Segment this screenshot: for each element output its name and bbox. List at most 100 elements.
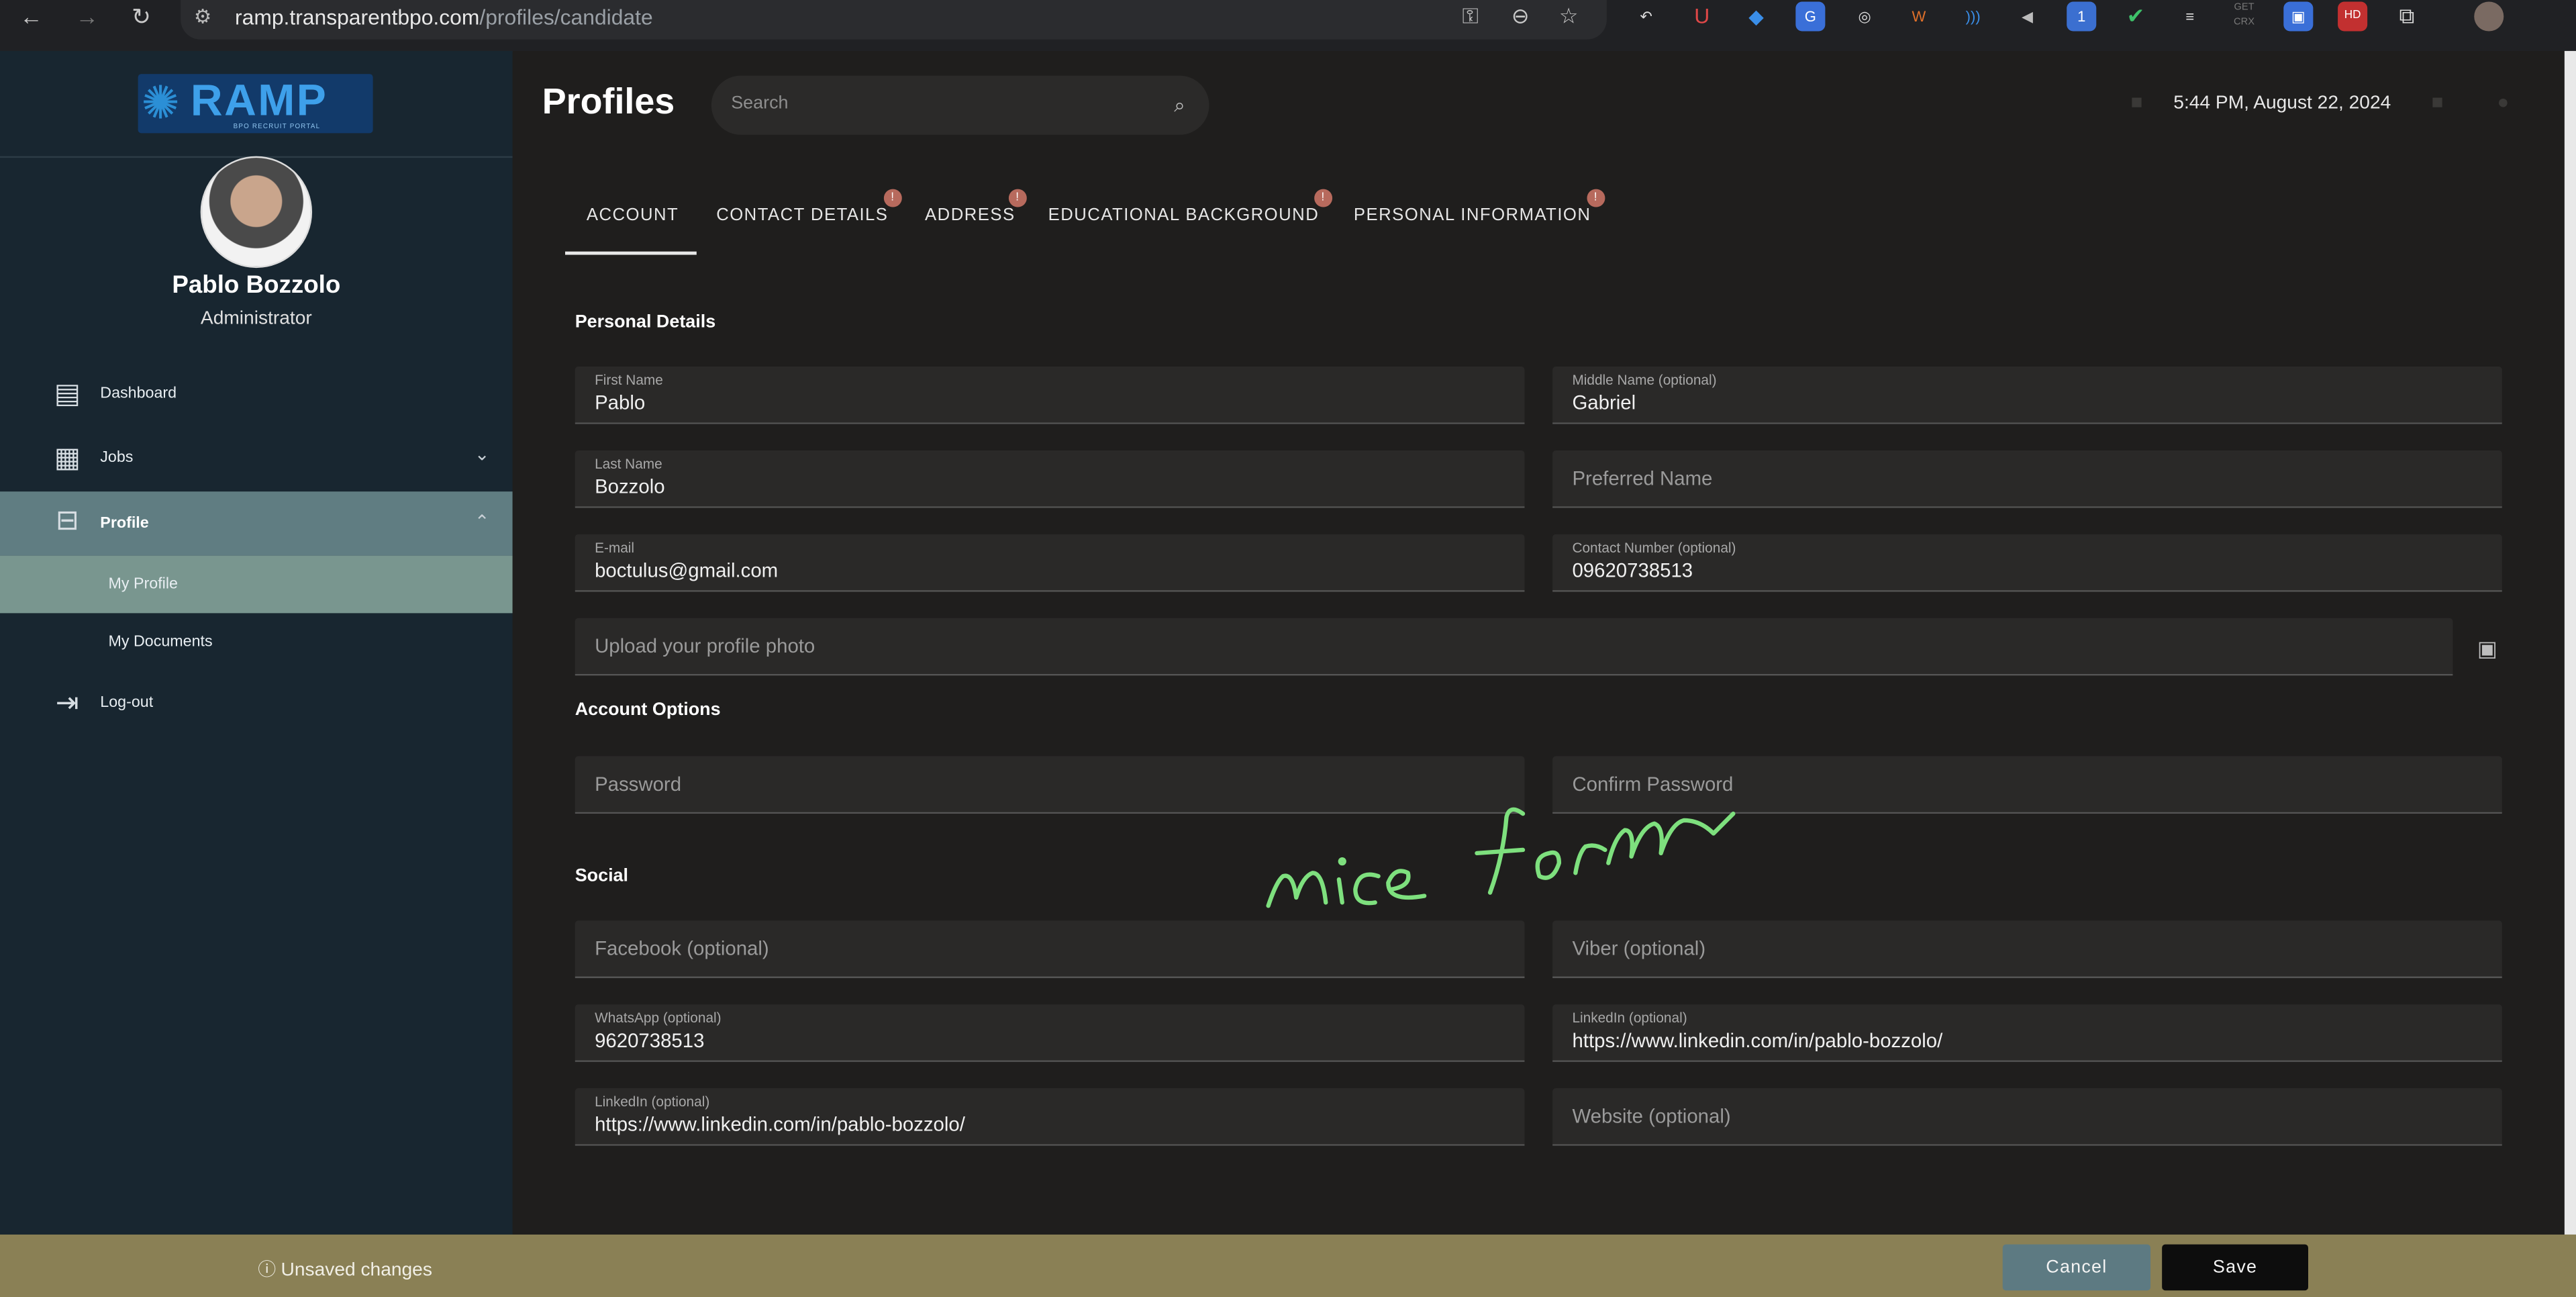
sidebar-item-profile[interactable]: ⊟ Profile ⌃ bbox=[0, 491, 513, 556]
extension-glasses-icon[interactable]: ◎ bbox=[1850, 1, 1879, 31]
search-icon[interactable]: ⌕ bbox=[1160, 85, 1199, 125]
back-arrow-icon[interactable]: ← bbox=[13, 0, 50, 33]
section-title-personal-details: Personal Details bbox=[575, 312, 716, 332]
middle-name-field[interactable]: Middle Name (optional) Gabriel bbox=[1552, 367, 2502, 424]
address-bar[interactable]: ⚙ ramp.transparentbpo.com/profiles/candi… bbox=[181, 0, 1607, 40]
section-title-account-options: Account Options bbox=[575, 700, 721, 720]
extension-shield-icon[interactable]: ✔ bbox=[2121, 1, 2150, 31]
linkedin-field-right[interactable]: LinkedIn (optional) https://www.linkedin… bbox=[1552, 1004, 2502, 1062]
sidebar-item-dashboard[interactable]: ▤ Dashboard bbox=[0, 365, 513, 424]
reload-icon[interactable]: ↻ bbox=[123, 0, 160, 33]
sidebar: ✺ RAMP BPO RECRUIT PORTAL Pablo Bozzolo … bbox=[0, 50, 513, 1235]
avatar bbox=[200, 156, 313, 269]
logo-tagline: BPO RECRUIT PORTAL bbox=[233, 122, 321, 130]
extensions-puzzle-icon[interactable]: ⧉ bbox=[2392, 1, 2422, 31]
ramp-logo[interactable]: ✺ RAMP BPO RECRUIT PORTAL bbox=[138, 74, 373, 134]
search-input[interactable]: Search ⌕ bbox=[711, 75, 1209, 135]
sidebar-item-label: My Documents bbox=[108, 632, 213, 651]
website-field[interactable]: Website (optional) bbox=[1552, 1088, 2502, 1146]
profile-photo-upload-field[interactable]: Upload your profile photo bbox=[575, 618, 2453, 676]
sidebar-item-label: Jobs bbox=[100, 448, 134, 467]
sidebar-item-logout[interactable]: ⇥ Log-out bbox=[0, 674, 513, 733]
contact-number-field[interactable]: Contact Number (optional) 09620738513 bbox=[1552, 534, 2502, 592]
save-button[interactable]: Save bbox=[2162, 1244, 2309, 1291]
whatsapp-field[interactable]: WhatsApp (optional) 9620738513 bbox=[575, 1004, 1525, 1062]
chevron-down-icon: ⌄ bbox=[474, 445, 490, 465]
field-label: E-mail bbox=[595, 539, 635, 556]
email-field[interactable]: E-mail boctulus@gmail.com bbox=[575, 534, 1525, 592]
tab-label: ADDRESS bbox=[925, 205, 1015, 226]
extension-speaker-icon[interactable]: ◀ bbox=[2012, 1, 2042, 31]
field-value: https://www.linkedin.com/in/pablo-bozzol… bbox=[595, 1112, 965, 1137]
field-label: WhatsApp (optional) bbox=[595, 1009, 722, 1026]
field-placeholder: Upload your profile photo bbox=[595, 634, 815, 658]
header-notification-icon[interactable]: ■ bbox=[2432, 91, 2444, 113]
tab-label: CONTACT DETAILS bbox=[716, 205, 889, 226]
handwritten-annotation bbox=[1266, 807, 1736, 908]
site-info-icon[interactable]: ⚙ bbox=[194, 5, 211, 28]
viber-field[interactable]: Viber (optional) bbox=[1552, 920, 2502, 978]
field-label: LinkedIn (optional) bbox=[1572, 1009, 1687, 1026]
field-value: https://www.linkedin.com/in/pablo-bozzol… bbox=[1572, 1028, 1943, 1053]
browser-toolbar: ← → ↻ ⚙ ramp.transparentbpo.com/profiles… bbox=[0, 0, 2576, 53]
bookmark-star-icon[interactable]: ☆ bbox=[1559, 3, 1579, 30]
active-tab-indicator bbox=[565, 251, 697, 255]
field-value: 9620738513 bbox=[595, 1028, 705, 1053]
page-title: Profiles bbox=[542, 80, 675, 122]
forward-arrow-icon[interactable]: → bbox=[69, 0, 105, 33]
scrollbar-track[interactable] bbox=[2564, 50, 2576, 1235]
tab-label: EDUCATIONAL BACKGROUND bbox=[1048, 205, 1320, 226]
section-title-social: Social bbox=[575, 866, 629, 886]
logo-text: RAMP bbox=[190, 75, 328, 126]
extension-hd-icon[interactable]: HD bbox=[2338, 1, 2368, 32]
sidebar-item-label: Profile bbox=[100, 514, 149, 533]
field-value: Pablo bbox=[595, 391, 646, 415]
linkedin-field-left[interactable]: LinkedIn (optional) https://www.linkedin… bbox=[575, 1088, 1525, 1146]
search-placeholder: Search bbox=[731, 93, 789, 113]
field-placeholder: Website (optional) bbox=[1572, 1104, 1731, 1128]
extension-menu-icon[interactable]: ≡ bbox=[2175, 1, 2205, 31]
field-label: Middle Name (optional) bbox=[1572, 371, 1717, 388]
sidebar-item-label: Log-out bbox=[100, 693, 154, 712]
preferred-name-field[interactable]: Preferred Name bbox=[1552, 450, 2502, 508]
cancel-button[interactable]: Cancel bbox=[2002, 1244, 2151, 1291]
info-circle-icon: ⓘ bbox=[258, 1261, 277, 1281]
logout-icon: ⇥ bbox=[55, 687, 79, 719]
field-value: 09620738513 bbox=[1572, 559, 1693, 582]
sidebar-subitem-my-documents[interactable]: My Documents bbox=[0, 613, 513, 671]
extension-screen-icon[interactable]: ▣ bbox=[2283, 1, 2314, 32]
extension-wave-icon[interactable]: ))) bbox=[1959, 1, 1988, 31]
extension-badge-icon[interactable]: 1 bbox=[2067, 1, 2097, 32]
alert-badge-icon: ! bbox=[1587, 189, 1605, 207]
header-settings-icon[interactable]: ● bbox=[2497, 91, 2510, 113]
briefcase-icon: ▦ bbox=[54, 442, 81, 474]
password-key-icon[interactable]: ⚿ bbox=[1462, 3, 1478, 30]
first-name-field[interactable]: First Name Pablo bbox=[575, 367, 1525, 424]
user-role: Administrator bbox=[200, 309, 312, 329]
url-text[interactable]: ramp.transparentbpo.com/profiles/candida… bbox=[235, 5, 653, 30]
extension-translate-icon[interactable]: G bbox=[1795, 1, 1826, 32]
facebook-field[interactable]: Facebook (optional) bbox=[575, 920, 1525, 978]
extension-diamond-icon[interactable]: ◆ bbox=[1742, 1, 1771, 31]
account-avatar-icon[interactable] bbox=[2474, 1, 2504, 32]
extension-crx-icon[interactable]: GET CRX bbox=[2230, 1, 2259, 31]
field-placeholder: Password bbox=[595, 772, 682, 796]
field-label: Contact Number (optional) bbox=[1572, 539, 1736, 556]
extension-wordpress-icon[interactable]: W bbox=[1904, 1, 1934, 31]
extension-magnet-icon[interactable]: U bbox=[1687, 1, 1717, 31]
tab-label: ACCOUNT bbox=[586, 205, 679, 226]
field-value: boctulus@gmail.com bbox=[595, 559, 779, 582]
unsaved-changes-bar: ⓘ Unsaved changes Cancel Save bbox=[0, 1234, 2576, 1297]
chevron-up-icon: ⌃ bbox=[474, 512, 490, 533]
extension-share-icon[interactable]: ↶ bbox=[1632, 1, 1661, 31]
image-upload-icon[interactable]: ▣ bbox=[2474, 636, 2500, 663]
header-menu-icon[interactable]: ■ bbox=[2131, 91, 2143, 113]
sidebar-item-jobs[interactable]: ▦ Jobs ⌄ bbox=[0, 429, 513, 488]
sidebar-subitem-my-profile[interactable]: My Profile bbox=[0, 555, 513, 614]
user-name: Pablo Bozzolo bbox=[172, 271, 341, 299]
tab-label: PERSONAL INFORMATION bbox=[1353, 205, 1591, 226]
zoom-icon[interactable]: ⊖ bbox=[1512, 3, 1530, 30]
last-name-field[interactable]: Last Name Bozzolo bbox=[575, 450, 1525, 508]
dashboard-icon: ▤ bbox=[54, 378, 81, 410]
flower-logo-icon: ✺ bbox=[141, 77, 180, 128]
